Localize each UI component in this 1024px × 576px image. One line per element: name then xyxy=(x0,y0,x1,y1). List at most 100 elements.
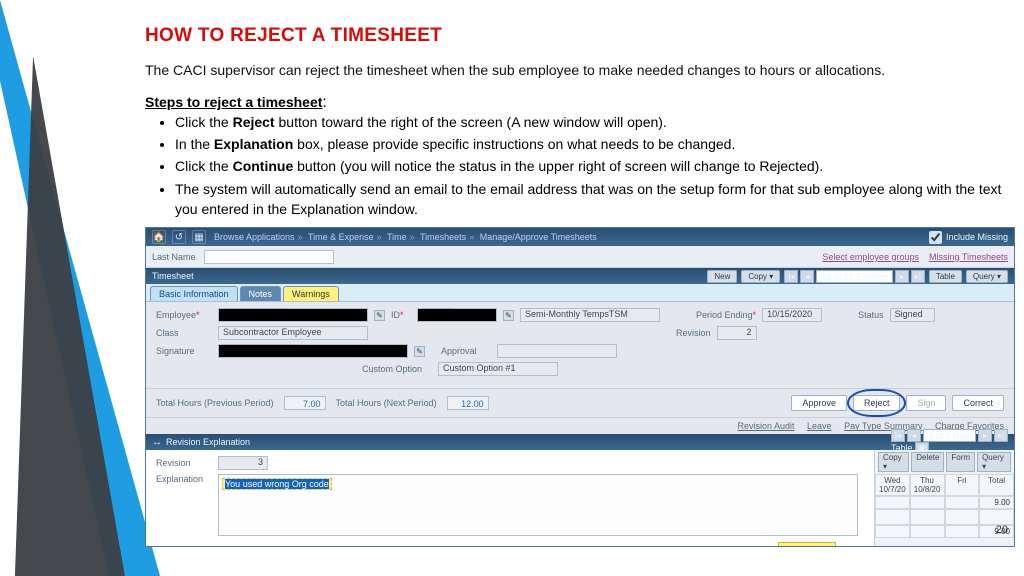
sign-button[interactable]: Sign xyxy=(906,395,946,411)
steps-heading: Steps to reject a timesheet xyxy=(145,94,322,110)
approve-button[interactable]: Approve xyxy=(791,395,847,411)
nav-next-icon[interactable]: ▸ xyxy=(895,270,909,283)
approval-label: Approval xyxy=(441,346,491,356)
grid-cell-total: 9.00 xyxy=(979,496,1014,509)
breadcrumb-2[interactable]: Time xyxy=(387,232,407,242)
breadcrumb-4: Manage/Approve Timesheets xyxy=(480,232,597,242)
breadcrumb-3[interactable]: Timesheets xyxy=(420,232,466,242)
rev-nav-last-icon[interactable]: ▸| xyxy=(994,429,1008,442)
copy-button[interactable]: Copy ▾ xyxy=(741,270,780,283)
continue-button[interactable]: Continue xyxy=(778,542,836,547)
intro-text: The CACI supervisor can reject the times… xyxy=(145,61,1014,80)
next-hours-value: 12.00 xyxy=(447,396,489,410)
signature-field[interactable]: ████████████ xyxy=(218,344,408,358)
revision-panel-header: ↔ Revision Explanation |◂ ◂ 1 of 1 New ▸… xyxy=(146,434,1014,450)
record-nav: |◂ ◂ 18 of 21 Existing ▸ ▸| xyxy=(784,270,925,283)
employee-field[interactable]: ██████████ xyxy=(218,308,368,322)
grid-cell[interactable] xyxy=(875,496,910,509)
schedule-field: Semi-Monthly TempsTSM xyxy=(520,308,660,322)
grid-spacer xyxy=(945,509,980,525)
step-2: In the Explanation box, please provide s… xyxy=(175,134,1014,154)
nav-first-icon[interactable]: |◂ xyxy=(784,270,798,283)
rev-nav-first-icon[interactable]: |◂ xyxy=(891,429,905,442)
revision-field: 2 xyxy=(717,326,757,340)
undock-icon[interactable]: ↔ xyxy=(152,437,162,448)
id-field[interactable]: █████ xyxy=(417,308,497,322)
status-field: Signed xyxy=(890,308,935,322)
breadcrumb-1[interactable]: Time & Expense xyxy=(308,232,374,242)
back-icon[interactable]: ↺ xyxy=(172,230,186,244)
include-missing-label: Include Missing xyxy=(946,232,1008,242)
grid-icon[interactable]: ▦ xyxy=(192,230,206,244)
reject-button[interactable]: Reject xyxy=(853,395,901,411)
id-label: ID xyxy=(391,310,411,320)
grid-head-fri: Fri xyxy=(945,474,980,496)
hours-row: Total Hours (Previous Period) 7.00 Total… xyxy=(146,389,1014,418)
rev-counter: 1 of 1 New xyxy=(923,429,976,442)
timesheet-form: Employee ██████████ ✎ ID █████ ✎ Semi-Mo… xyxy=(146,302,1014,389)
status-label: Status xyxy=(858,310,884,320)
include-missing-wrap[interactable]: Include Missing xyxy=(929,231,1008,244)
home-icon[interactable]: 🏠 xyxy=(152,230,166,244)
revision-audit-link[interactable]: Revision Audit xyxy=(737,421,794,431)
grid-spacer xyxy=(979,509,1014,525)
rev-nav-prev-icon[interactable]: ◂ xyxy=(907,429,921,442)
grid-spacer xyxy=(875,509,910,525)
edit-signature-icon[interactable]: ✎ xyxy=(414,346,425,357)
step-4: The system will automatically send an em… xyxy=(175,179,1014,220)
grid-head-thu: Thu10/8/20 xyxy=(910,474,945,496)
reject-circle-annotation: Reject xyxy=(853,395,901,411)
nav-prev-icon[interactable]: ◂ xyxy=(800,270,814,283)
rev-number-field: 3 xyxy=(218,456,268,470)
signature-label: Signature xyxy=(156,346,212,356)
grid-cell[interactable] xyxy=(910,496,945,509)
grid-foot xyxy=(945,525,980,538)
mini-copy-button[interactable]: Copy ▾ xyxy=(878,452,909,472)
new-button[interactable]: New xyxy=(707,270,737,283)
step-1: Click the Reject button toward the right… xyxy=(175,112,1014,132)
query-button[interactable]: Query ▾ xyxy=(966,270,1008,283)
grid-cell[interactable] xyxy=(945,496,980,509)
employee-label: Employee xyxy=(156,310,212,320)
table-button[interactable]: Table xyxy=(929,270,962,283)
tab-basic[interactable]: Basic Information xyxy=(150,286,238,301)
detail-links-row: Revision Audit Leave Pay Type Summary Ch… xyxy=(146,418,1014,434)
edit-id-icon[interactable]: ✎ xyxy=(503,310,514,321)
embedded-screenshot: 🏠 ↺ ▦ Browse Applications» Time & Expens… xyxy=(145,227,1015,547)
class-field: Subcontractor Employee xyxy=(218,326,368,340)
class-label: Class xyxy=(156,328,212,338)
select-groups-link[interactable]: Select employee groups xyxy=(822,252,919,262)
include-missing-checkbox[interactable] xyxy=(929,231,942,244)
mini-delete-button[interactable]: Delete xyxy=(911,452,944,472)
grid-head-total: Total xyxy=(979,474,1014,496)
tab-warnings[interactable]: Warnings xyxy=(283,286,339,301)
period-field: 10/15/2020 xyxy=(762,308,822,322)
edit-employee-icon[interactable]: ✎ xyxy=(374,310,385,321)
lastname-input[interactable] xyxy=(204,250,334,264)
leave-link[interactable]: Leave xyxy=(807,421,832,431)
mini-form-button[interactable]: Form xyxy=(946,452,975,472)
correct-button[interactable]: Correct xyxy=(952,395,1004,411)
tab-notes[interactable]: Notes xyxy=(240,286,282,301)
mini-query-button[interactable]: Query ▾ xyxy=(977,452,1011,472)
missing-timesheets-link[interactable]: Missing Timesheets xyxy=(929,252,1008,262)
app-topbar: 🏠 ↺ ▦ Browse Applications» Time & Expens… xyxy=(146,228,1014,246)
prev-hours-label: Total Hours (Previous Period) xyxy=(156,398,274,408)
custom-option-field: Custom Option #1 xyxy=(438,362,558,376)
content-area: HOW TO REJECT A TIMESHEET The CACI super… xyxy=(145,25,1014,547)
grid-foot xyxy=(875,525,910,538)
grid-spacer xyxy=(910,509,945,525)
rev-nav-next-icon[interactable]: ▸ xyxy=(978,429,992,442)
prev-hours-value: 7.00 xyxy=(284,396,326,410)
topbar-icon-group: 🏠 ↺ ▦ xyxy=(152,230,206,244)
timesheet-panel-title: Timesheet xyxy=(152,271,194,281)
nav-last-icon[interactable]: ▸| xyxy=(911,270,925,283)
step-3: Click the Continue button (you will noti… xyxy=(175,156,1014,176)
breadcrumb: Browse Applications» Time & Expense» Tim… xyxy=(214,232,597,242)
grid-head-wed: Wed10/7/20 xyxy=(875,474,910,496)
approval-field xyxy=(497,344,617,358)
explanation-sample-text: You used wrong Org code xyxy=(222,478,332,490)
breadcrumb-browse[interactable]: Browse Applications xyxy=(214,232,295,242)
next-hours-label: Total Hours (Next Period) xyxy=(336,398,437,408)
record-counter: 18 of 21 Existing xyxy=(816,270,893,283)
